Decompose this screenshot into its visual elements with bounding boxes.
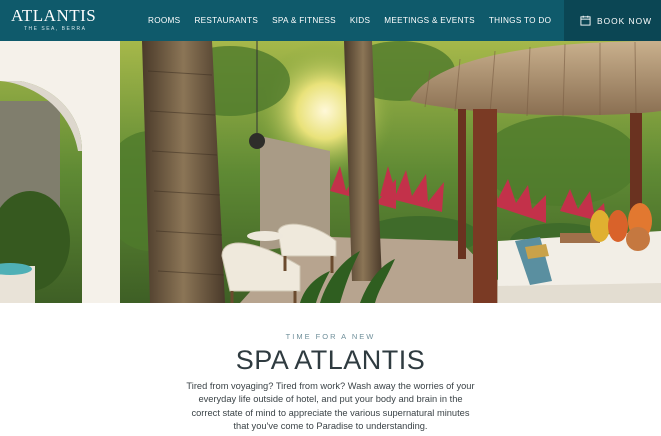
book-now-label: BOOK NOW — [597, 15, 652, 26]
site-header: ATLANTIS THE SEA, BERRA ROOMS RESTAURANT… — [0, 0, 661, 41]
hero-image — [0, 41, 661, 303]
nav-item-rooms[interactable]: ROOMS — [148, 16, 180, 25]
page-title: SPA ATLANTIS — [235, 345, 426, 375]
nav-item-spa-fitness[interactable]: SPA & FITNESS — [272, 16, 336, 25]
calendar-icon — [580, 15, 591, 26]
main-nav: ROOMS RESTAURANTS SPA & FITNESS KIDS MEE… — [148, 0, 565, 41]
book-now-button[interactable]: BOOK NOW — [564, 0, 661, 41]
logo-tagline: THE SEA, BERRA — [24, 26, 87, 32]
logo[interactable]: ATLANTIS THE SEA, BERRA — [11, 6, 97, 35]
section-kicker: TIME FOR A NEW — [285, 332, 376, 341]
logo-name: ATLANTIS — [11, 6, 97, 25]
intro-paragraph: Tired from voyaging? Tired from work? Wa… — [186, 381, 475, 432]
nav-item-restaurants[interactable]: RESTAURANTS — [194, 16, 258, 25]
nav-item-meetings-events[interactable]: MEETINGS & EVENTS — [384, 16, 475, 25]
nav-item-things-to-do[interactable]: THINGS TO DO — [489, 16, 551, 25]
spa-courtyard-scene — [0, 41, 661, 303]
nav-item-kids[interactable]: KIDS — [350, 16, 370, 25]
